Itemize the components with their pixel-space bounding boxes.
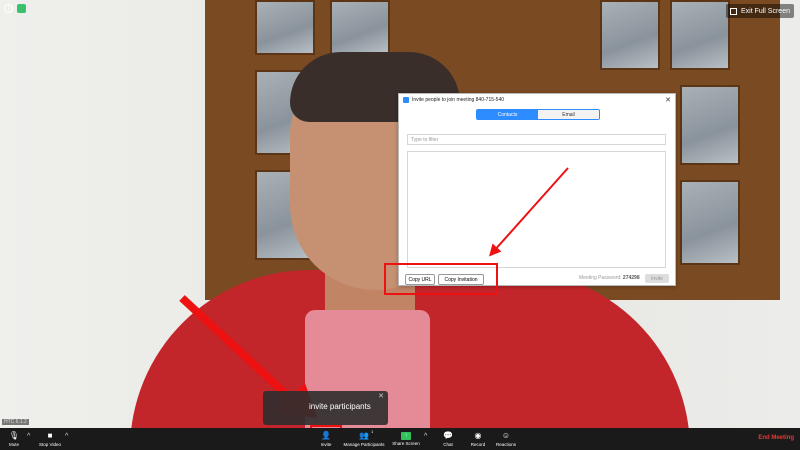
chat-icon: 💬	[443, 431, 453, 440]
mute-button[interactable]: 🎙 Mute	[6, 428, 22, 450]
chat-button[interactable]: 💬 Chat	[439, 428, 457, 450]
record-button[interactable]: ◉ Record	[468, 428, 488, 450]
share-label: Share Screen	[392, 441, 420, 446]
stop-video-button[interactable]: ■ Stop Video	[37, 428, 63, 450]
reactions-icon: ☺	[501, 431, 511, 440]
meeting-password: Meeting Password: 274298	[579, 275, 640, 281]
participants-label: Manage Participants	[343, 441, 385, 447]
exit-fullscreen-label: Exit Full Screen	[740, 7, 790, 15]
video-camera-icon: ■	[47, 431, 53, 440]
invite-tabs: Contacts Email	[476, 109, 600, 120]
invite-dialog: Invite people to join meeting 840-715-54…	[398, 93, 676, 286]
mute-label: Mute	[8, 441, 19, 447]
chat-label: Chat	[443, 441, 453, 447]
video-name-label: HTC 6.1.2	[2, 419, 29, 425]
end-meeting-button[interactable]: End Meeting	[758, 435, 794, 441]
tab-email[interactable]: Email	[538, 110, 599, 119]
invite-toolbar-button[interactable]: 👤 Invite	[312, 428, 340, 450]
fullscreen-icon	[729, 7, 737, 15]
dialog-titlebar: Invite people to join meeting 840-715-54…	[399, 94, 675, 106]
share-screen-button[interactable]: ↑ Share Screen	[390, 428, 422, 450]
stop-video-label: Stop Video	[39, 441, 61, 447]
manage-participants-button[interactable]: 👥 Manage Participants	[341, 428, 387, 450]
dialog-title: Invite people to join meeting 840-715-54…	[412, 97, 505, 103]
video-options-caret-icon[interactable]: ^	[65, 433, 68, 440]
meeting-toolbar: 🎙 Mute ^ ■ Stop Video ^ 👤 Invite 👥 Manag…	[0, 428, 800, 450]
filter-input[interactable]: Type to filter	[407, 134, 666, 145]
info-icon[interactable]: i	[4, 4, 13, 13]
participants-icon: 👥	[359, 431, 369, 440]
invite-button[interactable]: Invite	[645, 274, 669, 283]
toast-close-icon[interactable]: ✕	[378, 392, 384, 400]
record-icon: ◉	[474, 431, 482, 440]
invite-tooltip-toast: invite participants ✕	[263, 391, 388, 425]
zoom-app-icon	[403, 97, 409, 103]
close-icon[interactable]: ✕	[665, 96, 671, 104]
password-value: 274298	[622, 275, 640, 281]
exit-fullscreen-button[interactable]: Exit Full Screen	[725, 4, 794, 18]
reactions-label: Reactions	[495, 441, 516, 447]
reactions-button[interactable]: ☺ Reactions	[494, 428, 518, 450]
add-person-icon: 👤	[321, 431, 331, 440]
copy-buttons-highlight	[384, 263, 498, 295]
toast-text: invite participants	[309, 402, 371, 411]
mute-options-caret-icon[interactable]: ^	[27, 433, 30, 440]
meeting-info-area: i	[4, 4, 26, 13]
microphone-icon: 🎙	[8, 431, 20, 440]
record-label: Record	[470, 441, 486, 447]
tab-contacts[interactable]: Contacts	[477, 110, 538, 119]
participants-count: 1	[371, 429, 374, 434]
share-options-caret-icon[interactable]: ^	[424, 433, 427, 440]
contacts-list[interactable]	[407, 151, 666, 268]
lock-icon[interactable]	[17, 4, 26, 13]
invite-label: Invite	[320, 441, 332, 447]
share-screen-icon: ↑	[401, 432, 411, 440]
password-label: Meeting Password:	[579, 275, 622, 281]
